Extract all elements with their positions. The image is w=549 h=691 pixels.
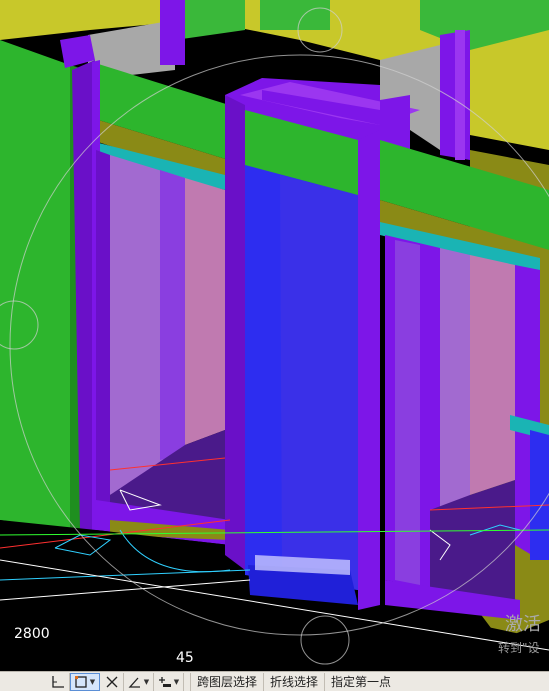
cross-layer-select-button[interactable]: 跨图层选择 [190, 672, 265, 691]
angle-tool-icon[interactable]: ▼ [124, 672, 154, 691]
select-box-icon[interactable]: ▼ [70, 672, 100, 691]
dimension-label: 2800 [14, 626, 50, 642]
watermark-subtitle: 转到"设 [498, 640, 540, 655]
command-prompt: 指定第一点 [331, 675, 392, 689]
status-bar: ▼ ▼ ▼ 跨图层选择 折线选择 指定第一点 [0, 671, 549, 691]
polyline-select-button[interactable]: 折线选择 [264, 672, 326, 691]
ortho-mode-icon[interactable] [46, 672, 70, 691]
watermark-title: 激活 [505, 614, 541, 635]
cross-select-icon[interactable] [100, 672, 124, 691]
point-add-icon[interactable]: ▼ [154, 672, 184, 691]
number-label: 45 [176, 650, 194, 666]
building-3d-model[interactable]: 2800 45 激活 转到"设 [0, 0, 549, 671]
cad-3d-viewport[interactable]: 2800 45 激活 转到"设 [0, 0, 549, 671]
left-green-wall [0, 40, 70, 530]
